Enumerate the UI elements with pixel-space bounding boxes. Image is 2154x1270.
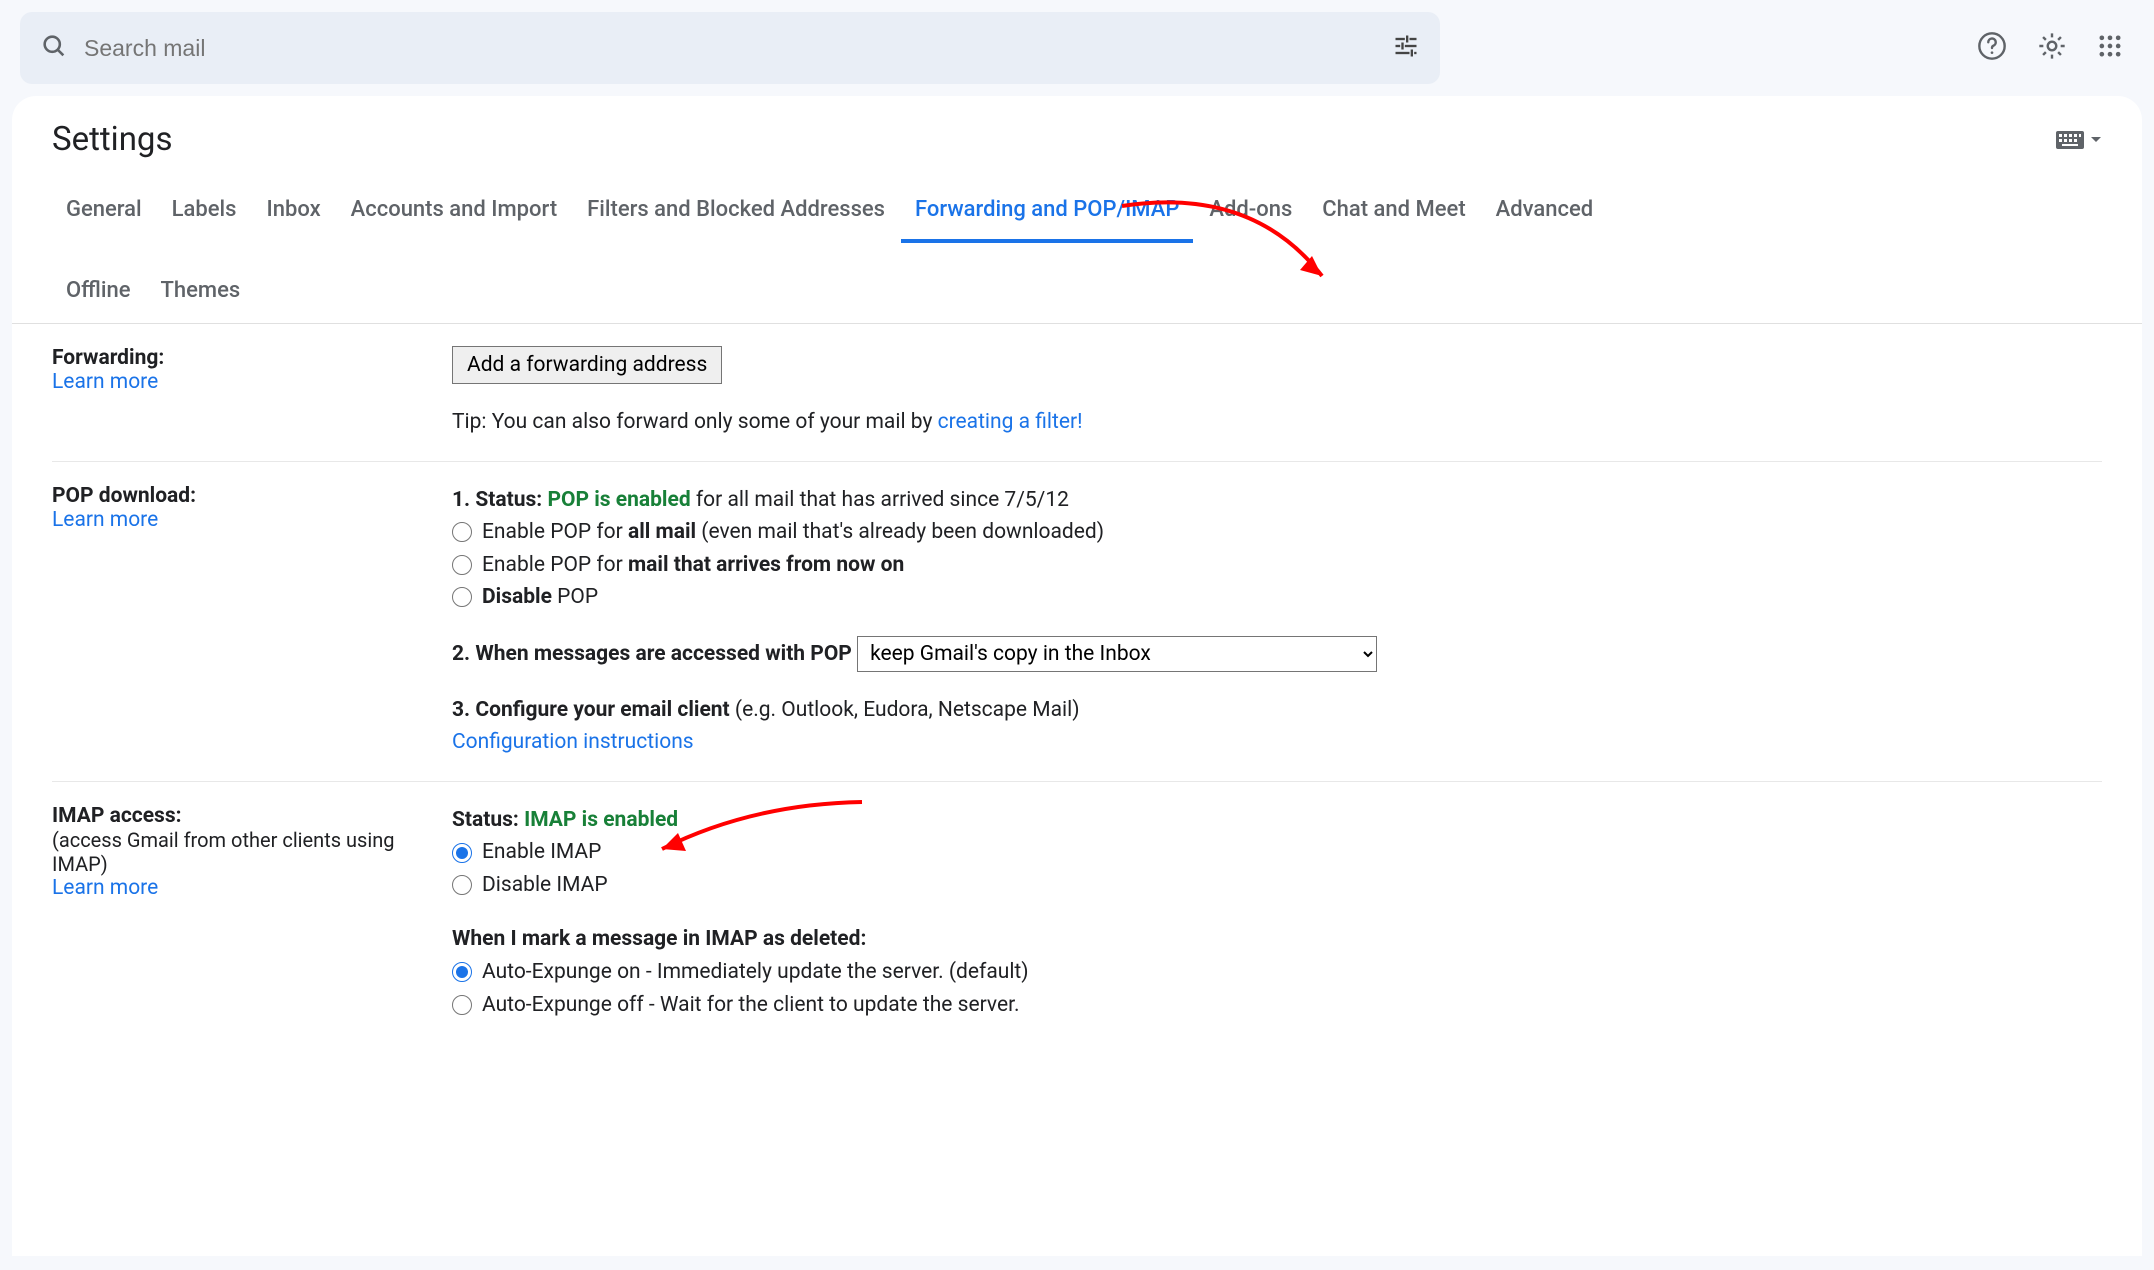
search-icon [40, 32, 68, 65]
pop-learn-more[interactable]: Learn more [52, 508, 158, 532]
page-title: Settings [52, 120, 173, 159]
pop-step3: 3. Configure your email client (e.g. Out… [452, 694, 2102, 727]
gear-icon[interactable] [2036, 30, 2068, 67]
tab-addons[interactable]: Add-ons [1195, 185, 1306, 242]
radio-pop-all[interactable] [452, 522, 472, 542]
chevron-down-icon [2090, 134, 2102, 146]
pop-option-disable[interactable]: Disable POP [452, 581, 2102, 614]
pop-action-select[interactable]: keep Gmail's copy in the Inbox [857, 636, 1377, 672]
top-bar [0, 0, 2154, 96]
forwarding-learn-more[interactable]: Learn more [52, 370, 158, 394]
imap-learn-more[interactable]: Learn more [52, 876, 158, 900]
forwarding-heading: Forwarding: [52, 346, 452, 370]
apps-icon[interactable] [2096, 32, 2124, 65]
settings-body: Forwarding: Learn more Add a forwarding … [12, 324, 2142, 1043]
settings-card: Settings General Labels Inbox Accounts a… [12, 96, 2142, 1256]
radio-expunge-on[interactable] [452, 962, 472, 982]
header-actions [1976, 30, 2134, 67]
tab-inbox[interactable]: Inbox [252, 185, 334, 242]
forwarding-tip: Tip: You can also forward only some of y… [452, 406, 2102, 439]
radio-imap-disable[interactable] [452, 875, 472, 895]
radio-pop-now[interactable] [452, 555, 472, 575]
tab-filters[interactable]: Filters and Blocked Addresses [573, 185, 899, 242]
radio-expunge-off[interactable] [452, 995, 472, 1015]
radio-imap-enable[interactable] [452, 843, 472, 863]
pop-option-from-now[interactable]: Enable POP for mail that arrives from no… [452, 549, 2102, 582]
section-forwarding: Forwarding: Learn more Add a forwarding … [52, 324, 2102, 462]
imap-deleted-heading: When I mark a message in IMAP as deleted… [452, 923, 2102, 956]
radio-pop-disable[interactable] [452, 587, 472, 607]
tab-themes[interactable]: Themes [146, 266, 254, 323]
imap-heading: IMAP access: [52, 804, 452, 828]
imap-expunge-off[interactable]: Auto-Expunge off - Wait for the client t… [452, 989, 2102, 1022]
tab-advanced[interactable]: Advanced [1482, 185, 1608, 242]
pop-step2: 2. When messages are accessed with POP k… [452, 636, 2102, 672]
imap-option-disable[interactable]: Disable IMAP [452, 869, 2102, 902]
keyboard-icon [2056, 131, 2084, 149]
search-input[interactable] [84, 35, 1392, 62]
settings-tabs: General Labels Inbox Accounts and Import… [12, 167, 2142, 324]
tab-general[interactable]: General [52, 185, 156, 242]
tab-forwarding-pop-imap[interactable]: Forwarding and POP/IMAP [901, 185, 1193, 242]
card-header: Settings [12, 96, 2142, 167]
tune-icon[interactable] [1392, 32, 1420, 65]
creating-filter-link[interactable]: creating a filter! [938, 410, 1083, 434]
pop-option-all-mail[interactable]: Enable POP for all mail (even mail that'… [452, 516, 2102, 549]
search-box[interactable] [20, 12, 1440, 84]
help-icon[interactable] [1976, 30, 2008, 67]
imap-expunge-on[interactable]: Auto-Expunge on - Immediately update the… [452, 956, 2102, 989]
imap-subtext: (access Gmail from other clients using I… [52, 828, 452, 876]
tab-offline[interactable]: Offline [52, 266, 144, 323]
section-imap: IMAP access: (access Gmail from other cl… [52, 782, 2102, 1043]
input-tools[interactable] [2056, 131, 2102, 149]
imap-status-line: Status: IMAP is enabled [452, 804, 2102, 837]
pop-status-line: 1. Status: POP is enabled for all mail t… [452, 484, 2102, 517]
tab-chat-meet[interactable]: Chat and Meet [1308, 185, 1479, 242]
pop-config-instructions-link[interactable]: Configuration instructions [452, 730, 694, 754]
tab-accounts[interactable]: Accounts and Import [337, 185, 572, 242]
tab-labels[interactable]: Labels [158, 185, 251, 242]
add-forwarding-address-button[interactable]: Add a forwarding address [452, 346, 722, 384]
section-pop: POP download: Learn more 1. Status: POP … [52, 462, 2102, 782]
imap-option-enable[interactable]: Enable IMAP [452, 836, 2102, 869]
pop-heading: POP download: [52, 484, 452, 508]
